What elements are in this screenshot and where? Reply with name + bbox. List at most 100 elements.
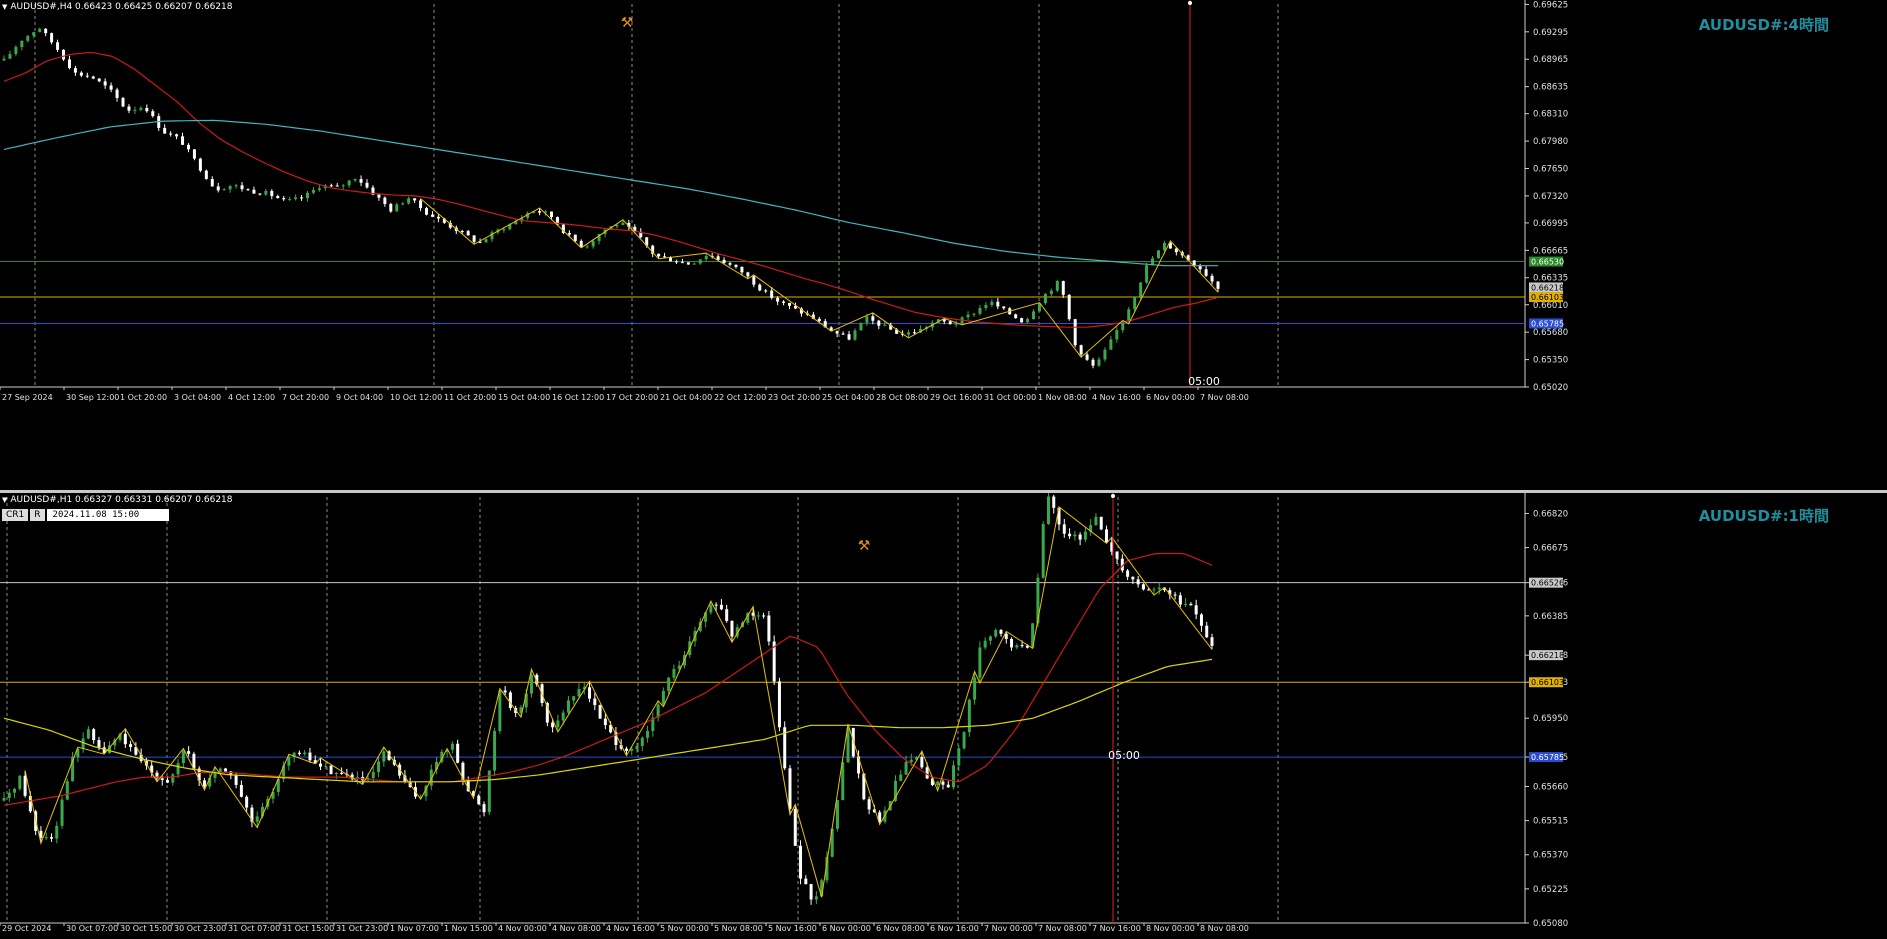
candle-body xyxy=(482,804,486,813)
candle-body xyxy=(218,768,222,772)
candle-body xyxy=(972,313,976,315)
candle-body xyxy=(1026,319,1030,323)
crosshair-time: 2024.11.08 15:00 xyxy=(46,509,169,521)
time-tick-label: 6 Nov 08:00 xyxy=(876,924,925,933)
price-tick-label: 0.65515 xyxy=(1533,817,1568,827)
candle-body xyxy=(954,323,958,325)
candle-body xyxy=(734,264,738,267)
candle-body xyxy=(503,690,507,693)
time-tick-label: 7 Nov 16:00 xyxy=(1092,924,1141,933)
candle-body xyxy=(145,107,149,112)
candle-body xyxy=(657,253,661,257)
time-tick-label: 5 Nov 08:00 xyxy=(714,924,763,933)
price-level-tag-label: 0.65785 xyxy=(1531,319,1564,328)
h4-chart-panel[interactable]: 05:00 ⚒ 0.69625 0.69295 0.68965 0.68635 0.6831… xyxy=(0,0,1887,490)
price-level-tag-label: 0.66103 xyxy=(1531,293,1564,302)
candle-body xyxy=(151,111,155,117)
time-tick-label: 5 Nov 00:00 xyxy=(660,924,709,933)
candle-body xyxy=(1055,281,1059,291)
time-tick-label: 7 Nov 08:00 xyxy=(1038,924,1087,933)
candle-body xyxy=(202,780,206,787)
candle-body xyxy=(709,604,713,613)
candle-body xyxy=(23,775,27,796)
h1-chart-svg[interactable]: 05:00 ⚒ 0.66820 0.66675 0.66526 0.66385 0.6621… xyxy=(0,493,1887,939)
candle-body xyxy=(1104,529,1108,543)
price-tick-label: 0.66010 xyxy=(1533,301,1568,311)
h1-chart-panel[interactable]: 05:00 ⚒ 0.66820 0.66675 0.66526 0.66385 0.6621… xyxy=(0,493,1887,939)
candle-body xyxy=(817,318,821,322)
candle-body xyxy=(311,189,315,193)
candle-body xyxy=(139,107,143,110)
candle-body xyxy=(1083,531,1087,540)
time-tick-label: 1 Nov 07:00 xyxy=(390,924,439,933)
time-tick-label: 21 Oct 04:00 xyxy=(660,393,712,402)
time-tick-label: 4 Nov 16:00 xyxy=(1092,393,1141,402)
candle-body xyxy=(925,767,929,779)
candle-body xyxy=(835,800,839,829)
candle-body xyxy=(210,179,214,187)
time-tick-label: 8 Nov 08:00 xyxy=(1200,924,1249,933)
price-level-tag-label: 0.66218 xyxy=(1531,651,1564,660)
time-tick-label: 1 Nov 15:00 xyxy=(444,924,493,933)
candle-body xyxy=(646,730,650,738)
candle-body xyxy=(502,229,506,231)
price-tick-label: 0.68965 xyxy=(1533,55,1568,65)
candle-body xyxy=(407,198,411,204)
ma-fast-line xyxy=(3,51,1219,328)
candle-body xyxy=(2,58,6,61)
candle-body xyxy=(1099,516,1103,530)
h4-chart-svg[interactable]: 05:00 ⚒ 0.69625 0.69295 0.68965 0.68635 0.6831… xyxy=(0,0,1887,490)
candle-body xyxy=(166,780,170,783)
candle-body xyxy=(566,700,570,713)
price-tick-label: 0.68310 xyxy=(1533,110,1568,120)
candle-body xyxy=(508,692,512,709)
candle-body xyxy=(680,262,684,264)
price-tick-label: 0.66820 xyxy=(1533,509,1568,519)
time-marker-dot xyxy=(1188,1,1192,5)
candle-body xyxy=(1157,587,1161,590)
candle-body xyxy=(549,211,553,218)
candle-body xyxy=(160,778,164,781)
time-tick-label: 31 Oct 15:00 xyxy=(282,924,334,933)
candle-body xyxy=(1049,290,1053,294)
candle-body xyxy=(50,33,54,43)
candle-body xyxy=(1131,576,1135,580)
candle-body xyxy=(777,681,781,728)
candle-body xyxy=(493,731,497,771)
time-tick-label: 7 Oct 20:00 xyxy=(282,393,329,402)
candle-body xyxy=(234,775,238,785)
candle-body xyxy=(127,106,131,111)
candle-body xyxy=(962,732,966,749)
collapse-triangle-icon[interactable]: ▼ xyxy=(2,3,7,11)
candle-body xyxy=(245,796,249,808)
candle-body xyxy=(764,290,768,292)
time-tick-label: 31 Oct 00:00 xyxy=(984,393,1036,402)
candle-body xyxy=(97,78,101,82)
candle-body xyxy=(762,615,766,617)
candle-body xyxy=(973,677,977,700)
candle-body xyxy=(62,49,66,60)
h4-header-text: AUDUSD#,H4 0.66423 0.66425 0.66207 0.662… xyxy=(10,2,233,12)
price-tick-label: 0.66385 xyxy=(1533,612,1568,622)
candle-body xyxy=(1173,594,1177,596)
candle-body xyxy=(258,193,262,195)
candle-body xyxy=(1205,625,1209,638)
price-tick-label: 0.69625 xyxy=(1533,0,1568,10)
candle-body xyxy=(466,231,470,236)
candle-body xyxy=(382,751,386,762)
r-label[interactable]: R xyxy=(30,509,45,521)
time-tick-label: 28 Oct 08:00 xyxy=(876,393,928,402)
time-tick-label: 7 Nov 00:00 xyxy=(984,924,1033,933)
candle-body xyxy=(871,316,875,321)
time-tick-label: 22 Oct 12:00 xyxy=(714,393,766,402)
collapse-triangle-icon[interactable]: ▼ xyxy=(2,496,7,504)
candle-body xyxy=(920,757,924,768)
candle-body xyxy=(551,722,555,728)
candle-body xyxy=(853,330,857,340)
candle-body xyxy=(371,771,375,779)
candle-body xyxy=(1079,345,1083,355)
candle-body xyxy=(91,76,95,79)
candle-body xyxy=(983,640,987,648)
cr1-label[interactable]: CR1 xyxy=(2,509,29,521)
price-tick-label: 0.67320 xyxy=(1533,192,1568,202)
